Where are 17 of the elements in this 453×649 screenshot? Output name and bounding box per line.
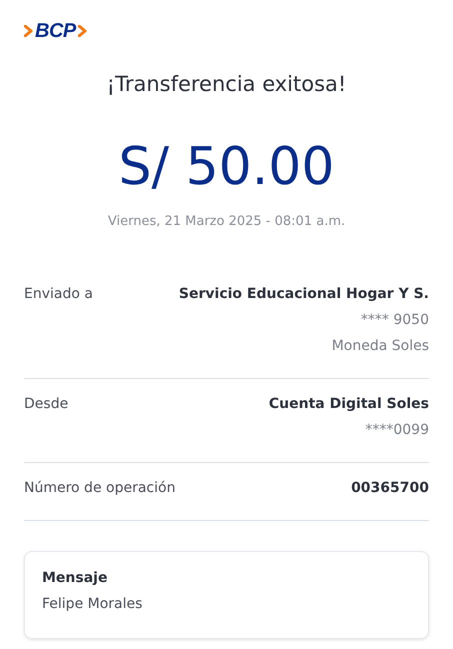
- chevron-icon: [78, 25, 87, 37]
- detail-subtext: ****0099: [365, 421, 429, 440]
- detail-label: Desde: [24, 395, 68, 414]
- detail-label: Enviado a: [24, 285, 93, 304]
- amount-text: S/ 50.00: [118, 136, 336, 198]
- chevron-icon: [24, 25, 33, 37]
- date-text: Viernes, 21 Marzo 2025 - 08:01 a.m.: [106, 214, 346, 229]
- detail-subtext: Moneda Soles: [332, 337, 429, 356]
- message-heading: Mensaje: [42, 570, 108, 586]
- detail-label: Número de operación: [24, 479, 176, 498]
- detail-subtext: **** 9050: [360, 311, 429, 330]
- message-text: Felipe Morales: [42, 596, 144, 612]
- detail-value: Servicio Educacional Hogar Y S.: [178, 285, 429, 304]
- logo-text: BCP: [35, 20, 76, 42]
- detail-value: Cuenta Digital Soles: [268, 395, 429, 414]
- success-title: ¡Transferencia exitosa!: [106, 72, 348, 96]
- detail-value: 00365700: [351, 479, 429, 498]
